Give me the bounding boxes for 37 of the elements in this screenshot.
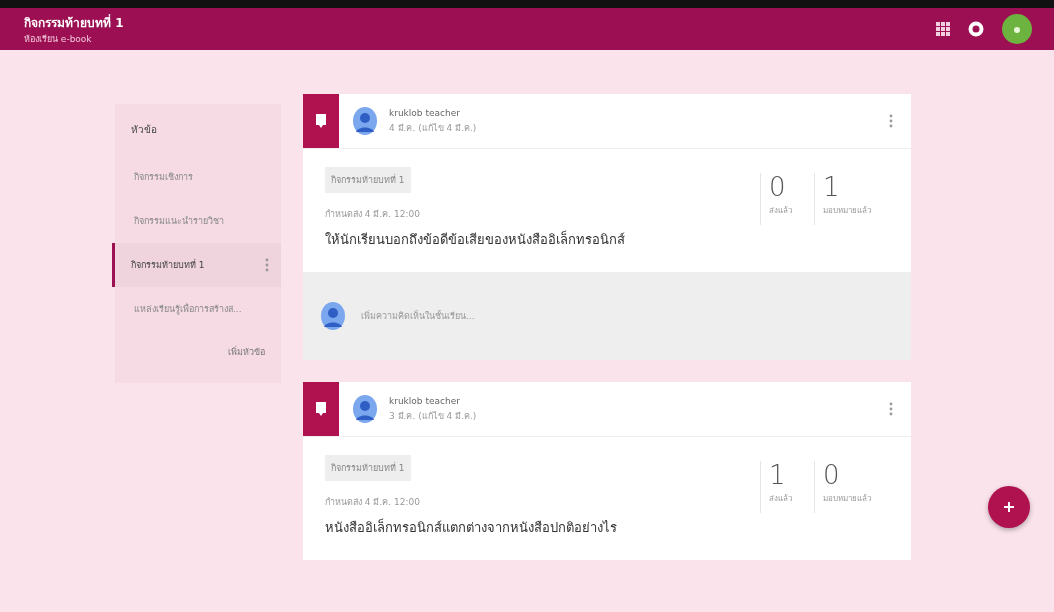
ring-icon[interactable]: [968, 21, 984, 37]
profile-avatar[interactable]: [1002, 14, 1032, 44]
stat-count: 1: [769, 461, 787, 490]
stat-label: ส่งแล้ว: [769, 204, 792, 217]
avatar-icon: [353, 395, 377, 423]
stat-count: 0: [823, 461, 841, 490]
stat-label: มอบหมายแล้ว: [823, 204, 871, 217]
author-name: kruklob teacher: [389, 107, 461, 118]
stat-count: 0: [769, 173, 787, 202]
class-subtitle: ห้องเรียน e-book: [24, 32, 93, 46]
question-text[interactable]: หนังสืออิเล็กทรอนิกส์แตกต่างจากหนังสือปกติอย่างไร: [325, 517, 617, 538]
topic-chip: กิจกรรมท้ายบทที่ 1: [325, 167, 411, 193]
stat-label: มอบหมายแล้ว: [823, 492, 871, 505]
post-date: 4 มี.ค. (แก้ไข 4 มี.ค.): [389, 121, 478, 135]
topic-item[interactable]: กิจกรรมเชิงการ: [115, 155, 281, 199]
add-button[interactable]: [988, 486, 1030, 528]
stat-label: ส่งแล้ว: [769, 492, 792, 505]
topic-item[interactable]: กิจกรรมท้ายบทที่ 1: [112, 243, 281, 287]
due-date: กำหนดส่ง 4 มี.ค. 12:00: [325, 208, 421, 221]
more-options-icon[interactable]: [889, 114, 893, 128]
more-options-icon[interactable]: [889, 402, 893, 416]
comment-field[interactable]: เพิ่มความคิดเห็นในชั้นเรียน...: [359, 310, 763, 322]
avatar-icon: [321, 302, 345, 330]
stat-count: 1: [823, 173, 841, 202]
topic-chip: กิจกรรมท้ายบทที่ 1: [325, 455, 411, 481]
plus-icon: [1003, 501, 1015, 513]
apps-grid-icon[interactable]: [936, 22, 950, 36]
topic-item[interactable]: แหล่งเรียนรู้เพื่อการสร้างส...: [115, 287, 281, 331]
due-date: กำหนดส่ง 4 มี.ค. 12:00: [325, 496, 421, 509]
question-text[interactable]: ให้นักเรียนบอกถึงข้อดีข้อเสียของหนังสืออิเล็กทรอนิกส์: [325, 229, 625, 250]
class-title: กิจกรรมท้ายบทที่ 1: [24, 13, 124, 32]
avatar-icon: [353, 107, 377, 135]
author-name: kruklob teacher: [389, 395, 461, 406]
topic-item[interactable]: กิจกรรมแนะนำรายวิชา: [115, 199, 281, 243]
add-topic-link[interactable]: เพิ่มหัวข้อ: [115, 331, 281, 359]
topics-heading: หัวข้อ: [130, 123, 158, 137]
post-date: 3 มี.ค. (แก้ไข 4 มี.ค.): [389, 409, 478, 423]
